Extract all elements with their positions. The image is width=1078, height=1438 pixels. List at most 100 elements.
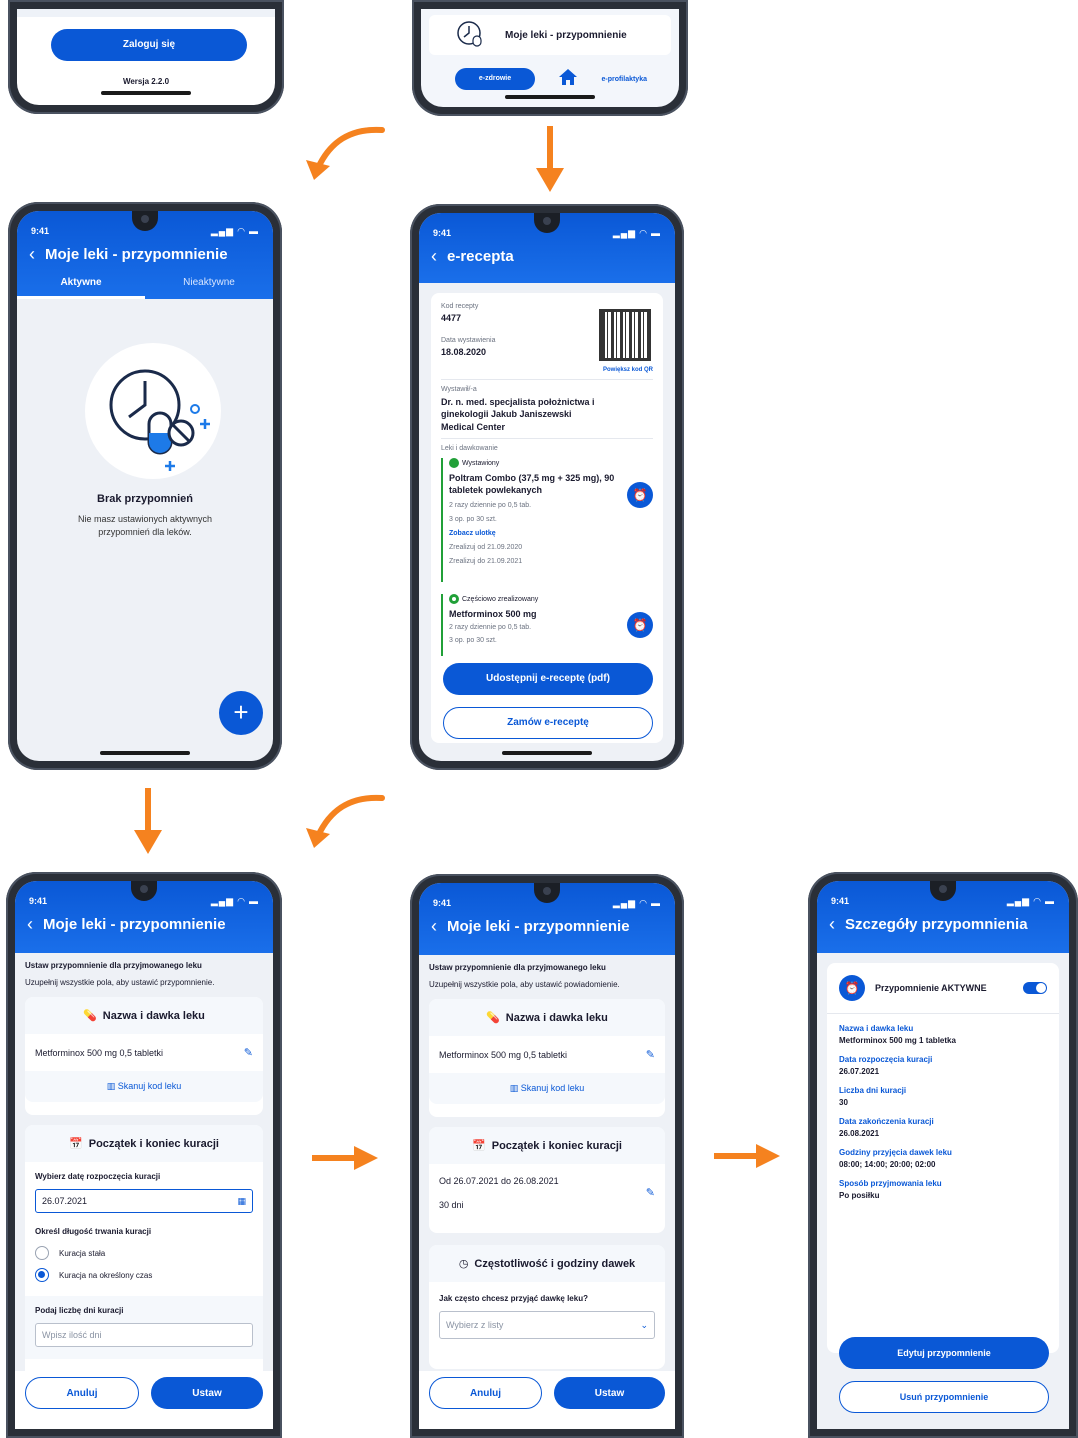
login-button[interactable]: Zaloguj się [51,29,247,61]
scan-button[interactable]: ▥ Skanuj kod leku [429,1073,665,1104]
section-med: 💊 Nazwa i dawka leku Metforminox 500 mg 0… [25,997,263,1115]
back-icon[interactable]: ‹ [431,917,437,935]
home-icon[interactable] [558,68,578,91]
start-date-value: 26.07.2021 [42,1196,88,1206]
back-icon[interactable]: ‹ [431,247,437,265]
field-value: 08:00; 14:00; 20:00; 02:00 [839,1160,936,1169]
cancel-button[interactable]: Anuluj [429,1377,542,1409]
med-item-2: Częściowo zrealizowany Metforminox 500 m… [441,594,653,656]
edit-pencil-icon[interactable]: ✎ [646,1048,655,1061]
plus-icon: + [233,697,249,727]
scan-button[interactable]: ▥ Skanuj kod leku [25,1071,263,1102]
curved-arrow-icon [306,126,385,180]
edit-pencil-icon[interactable]: ✎ [244,1046,253,1059]
issuer-label: Wystawił/-a [441,386,477,393]
section-dates: 📅 Początek i koniec kuracji Wybierz datę … [25,1125,263,1385]
nav-e-zdrowie[interactable]: e-zdrowie [455,68,535,90]
section-title: Początek i koniec kuracji [88,1137,219,1150]
phone-erecepta: 9:41 ▂▄▆ ◠ ▬ ‹ e-recepta Kod recepty 4477 … [410,204,684,770]
status-time: 9:41 [433,898,452,908]
empty-title: Brak przypomnień [97,493,193,505]
issuer-place: Medical Center [441,422,506,432]
back-icon[interactable]: ‹ [27,915,33,933]
phone-details: 9:41 ▂▄▆ ◠ ▬ ‹ Szczegóły przypomnienia ⏰ P… [808,872,1078,1438]
section-title: Nazwa i dawka leku [505,1011,608,1024]
set-button[interactable]: Ustaw [554,1377,665,1409]
days-placeholder: Wpisz ilość dni [42,1330,102,1340]
set-button[interactable]: Ustaw [151,1377,263,1409]
calendar-icon: 📅 [472,1140,486,1152]
add-button[interactable]: + [219,691,263,735]
erecepta-screen: 9:41 ▂▄▆ ◠ ▬ ‹ e-recepta Kod recepty 4477 … [419,213,675,761]
field-value: 26.08.2021 [839,1129,880,1138]
section-title: Początek i koniec kuracji [491,1139,622,1152]
active-toggle[interactable] [1023,982,1047,994]
action-bar: Anuluj Ustaw [419,1371,675,1429]
med-row[interactable]: Metforminox 500 mg 0,5 tabletki ✎ [429,1036,665,1073]
reminder-bell-button[interactable]: ⏰ [627,482,653,508]
leaflet-link[interactable]: Zobacz ulotkę [449,530,653,537]
med-status: Wystawiony [462,459,500,467]
status-dot-icon [449,594,459,604]
calendar-icon[interactable]: ▦ [237,1196,246,1207]
barcode-icon: ▥ [106,1081,116,1091]
days-value: 30 dni [439,1200,464,1210]
tab-inactive[interactable]: Nieaktywne [145,273,273,299]
delete-button[interactable]: Usuń przypomnienie [839,1381,1049,1413]
edit-button[interactable]: Edytuj przypomnienie [839,1337,1049,1369]
right-arrow-icon [714,1144,780,1168]
setup-screen-2: 9:41 ▂▄▆ ◠ ▬ ‹ Moje leki - przypomnienie U… [419,883,675,1429]
dates-row[interactable]: Od 26.07.2021 do 26.08.2021 30 dni ✎ [429,1164,665,1222]
reminder-status: Przypomnienie AKTYWNE [875,983,987,993]
home-indicator [505,95,595,99]
field-value: Po posiłku [839,1191,880,1200]
phone-login: Zaloguj się Wersja 2.2.0 [8,0,284,114]
radio-period-label: Kuracja na określony czas [59,1270,153,1280]
status-dot-icon [449,458,459,468]
cancel-button[interactable]: Anuluj [25,1377,139,1409]
scan-label: Skanuj kod leku [520,1083,585,1093]
nav-e-profilaktyka[interactable]: e-profilaktyka [601,76,647,83]
detail-field: Data zakończenia kuracji 26.08.2021 [839,1117,1047,1138]
start-date-input[interactable]: 26.07.2021 ▦ [35,1189,253,1213]
freq-label: Jak często chcesz przyjąć dawkę leku? [439,1294,588,1303]
detail-field: Godziny przyjęcia dawek leku 08:00; 14:00… [839,1148,1047,1169]
page-title: Moje leki - przypomnienie [45,245,228,263]
curved-arrow-icon [306,794,385,848]
menu-item-reminders[interactable]: Moje leki - przypomnienie [429,15,671,55]
freq-select[interactable]: Wybierz z listy ⌄ [439,1311,655,1339]
med-packs: 3 op. po 30 szt. [449,637,497,644]
version-text: Wersja 2.2.0 [122,77,170,86]
qr-code[interactable] [599,309,651,361]
start-label: Wybierz datę rozpoczęcia kuracji [35,1172,161,1181]
back-icon[interactable]: ‹ [829,915,835,933]
barcode-icon: ▥ [509,1083,519,1093]
form-heading: Ustaw przypomnienie dla przyjmowanego le… [25,961,202,970]
reminder-bell-button[interactable]: ⏰ [627,612,653,638]
back-icon[interactable]: ‹ [29,245,35,263]
radio-period[interactable] [35,1268,49,1282]
med-row[interactable]: Metforminox 500 mg 0,5 tabletki ✎ [25,1034,263,1071]
home-indicator [101,91,191,95]
date-range: Od 26.07.2021 do 26.08.2021 [439,1176,559,1186]
section-title: Częstotliwość i godziny dawek [474,1257,636,1270]
days-input[interactable]: Wpisz ilość dni [35,1323,253,1347]
tab-active[interactable]: Aktywne [17,273,145,299]
med-name: Poltram Combo (37,5 mg + 325 mg), 90 tab… [449,473,615,495]
status-time: 9:41 [29,896,48,906]
edit-pencil-icon[interactable]: ✎ [646,1186,655,1199]
qr-zoom-link[interactable]: Powiększ kod QR [603,367,653,373]
page-title: Szczegóły przypomnienia [845,915,1028,933]
status-time: 9:41 [433,228,452,238]
share-button[interactable]: Udostępnij e-receptę (pdf) [443,663,653,695]
status-time: 9:41 [831,896,850,906]
login-screen: Zaloguj się Wersja 2.2.0 [17,9,275,105]
status-row: ⏰ Przypomnienie AKTYWNE [827,963,1059,1014]
order-button[interactable]: Zamów e-receptę [443,707,653,739]
home-screen: Moje leki - przypomnienie e-zdrowie e-pr… [421,9,679,107]
calendar-icon: 📅 [69,1138,83,1150]
clock-pill-icon [109,369,210,471]
radio-fixed[interactable] [35,1246,49,1260]
phone-setup-1: 9:41 ▂▄▆ ◠ ▬ ‹ Moje leki - przypomnienie U… [6,872,282,1438]
page-title: e-recepta [447,247,514,265]
